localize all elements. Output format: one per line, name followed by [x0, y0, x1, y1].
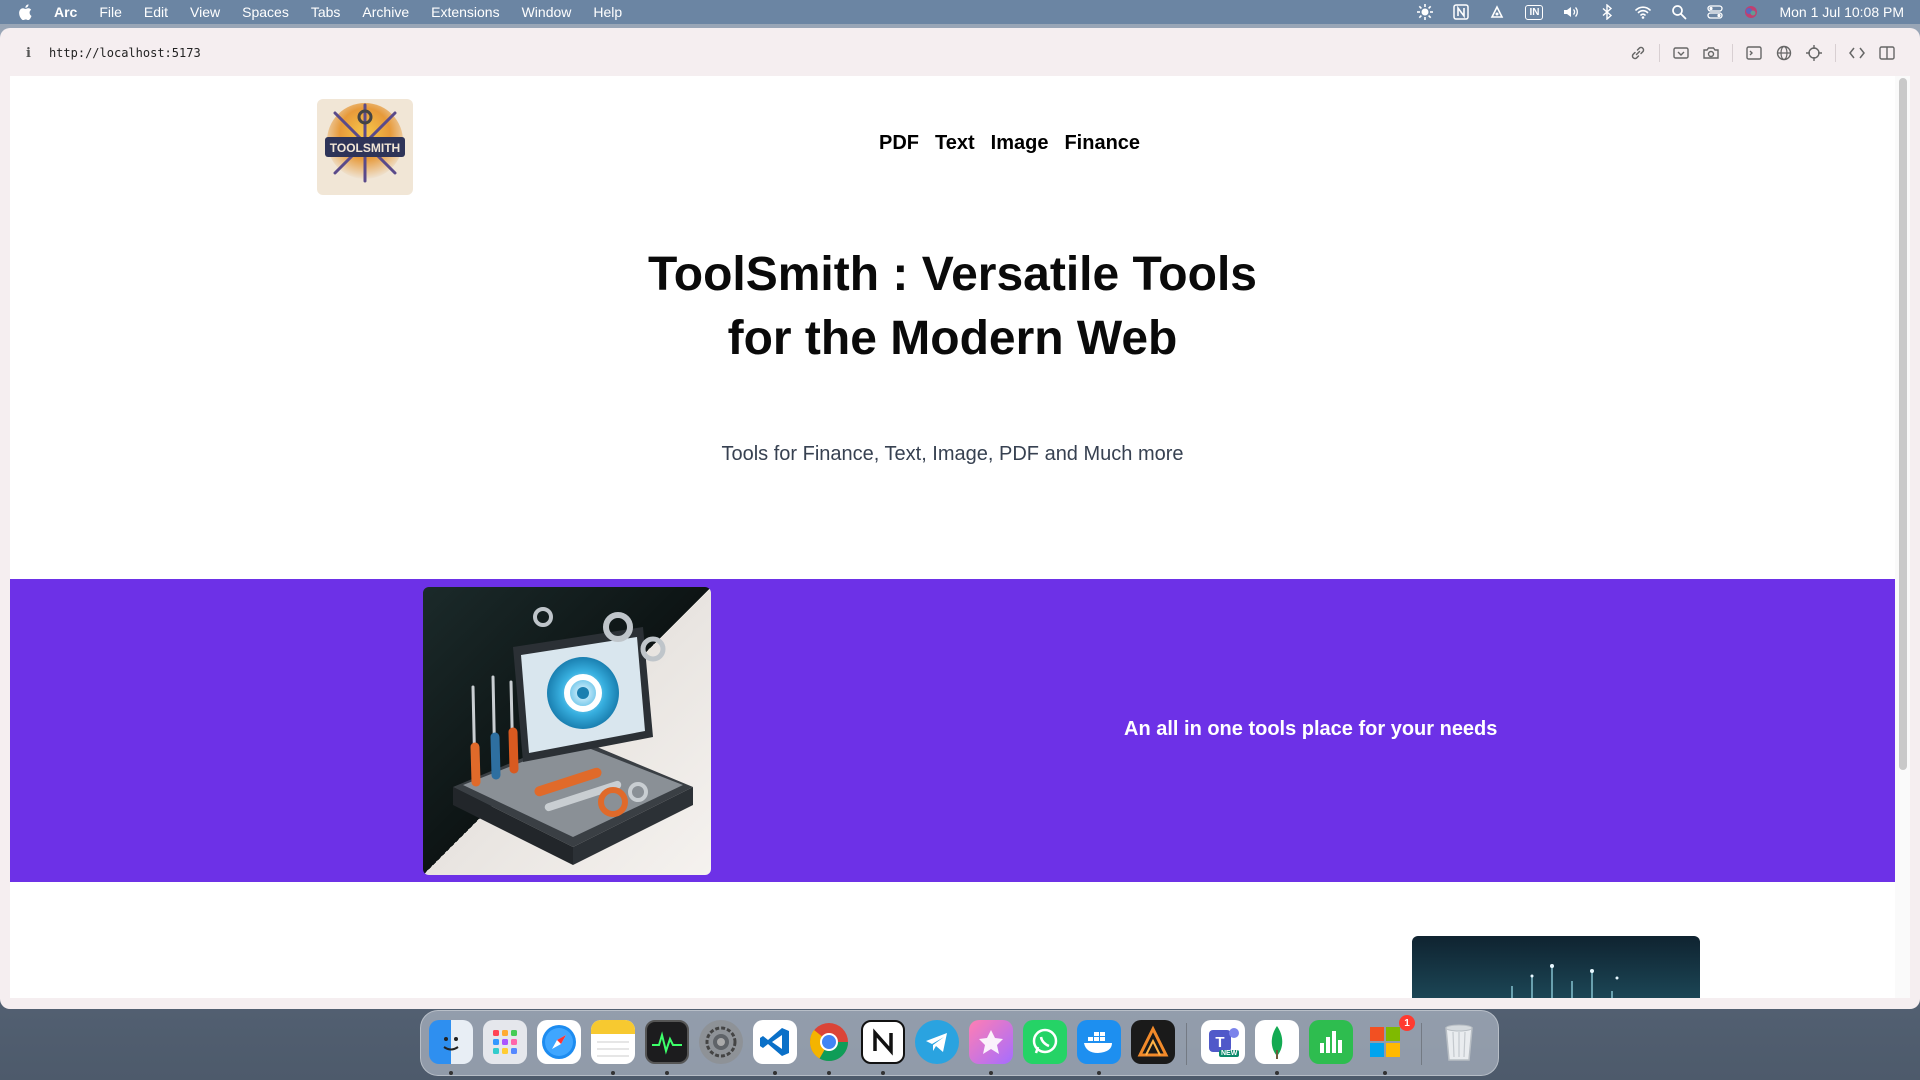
control-center-icon[interactable] — [1707, 4, 1724, 20]
notes-icon[interactable] — [591, 1020, 635, 1064]
page-viewport: TOOLSMITH PDF Text Image Finance ToolSmi… — [10, 76, 1895, 998]
launchpad-icon[interactable] — [483, 1020, 527, 1064]
system-settings-icon[interactable] — [699, 1020, 743, 1064]
browser-window: i http://localhost:5173 TOOLSMITH PDF Te… — [0, 28, 1920, 1009]
vscode-icon[interactable] — [753, 1020, 797, 1064]
safari-icon[interactable] — [537, 1020, 581, 1064]
url-bar: i http://localhost:5173 — [10, 32, 1910, 74]
toolbar-separator — [1732, 44, 1733, 62]
trash-icon[interactable] — [1437, 1020, 1481, 1064]
menu-help[interactable]: Help — [593, 4, 622, 20]
nav-pdf[interactable]: PDF — [879, 132, 919, 155]
nav-finance[interactable]: Finance — [1064, 132, 1140, 155]
menu-edit[interactable]: Edit — [144, 4, 168, 20]
screenshot-camera-icon[interactable] — [1702, 44, 1720, 62]
running-indicator — [611, 1071, 615, 1075]
running-indicator — [1275, 1071, 1279, 1075]
finder-icon[interactable] — [429, 1020, 473, 1064]
main-nav: PDF Text Image Finance — [879, 132, 1156, 155]
menu-extensions[interactable]: Extensions — [431, 4, 499, 20]
teams-new-label: NEW — [1219, 1050, 1240, 1057]
notion-icon[interactable] — [861, 1020, 905, 1064]
band-tagline: An all in one tools place for your needs — [1124, 718, 1498, 740]
bluetooth-icon[interactable] — [1599, 4, 1615, 20]
copy-link-icon[interactable] — [1629, 44, 1647, 62]
activity-monitor-icon[interactable] — [645, 1020, 689, 1064]
whatsapp-icon[interactable] — [1023, 1020, 1067, 1064]
capture-icon[interactable] — [1672, 44, 1690, 62]
logo-text: TOOLSMITH — [330, 141, 400, 155]
toolbox-illustration — [423, 587, 711, 875]
menu-archive[interactable]: Archive — [362, 4, 409, 20]
scrollbar-thumb[interactable] — [1899, 78, 1907, 770]
globe-icon[interactable] — [1775, 44, 1793, 62]
toolsmith-logo[interactable]: TOOLSMITH — [317, 99, 413, 195]
running-indicator — [1097, 1071, 1101, 1075]
hero-title-line-2: for the Modern Web — [727, 312, 1178, 365]
tool-card-image[interactable] — [1412, 936, 1700, 998]
running-indicator — [881, 1071, 885, 1075]
feature-band: An all in one tools place for your needs — [10, 579, 1895, 882]
code-brackets-icon[interactable] — [1848, 44, 1866, 62]
running-indicator — [665, 1071, 669, 1075]
teams-icon[interactable]: T NEW — [1201, 1020, 1245, 1064]
wifi-icon[interactable] — [1635, 4, 1652, 20]
toolbar-separator — [1835, 44, 1836, 62]
craft-tray-icon[interactable] — [1489, 4, 1505, 20]
numbers-icon[interactable] — [1309, 1020, 1353, 1064]
split-view-icon[interactable] — [1878, 44, 1896, 62]
svg-text:T: T — [1215, 1034, 1224, 1051]
input-source-indicator[interactable]: IN — [1525, 4, 1544, 20]
developer-console-icon[interactable] — [1745, 44, 1763, 62]
telegram-icon[interactable] — [915, 1020, 959, 1064]
mongodb-compass-icon[interactable] — [1255, 1020, 1299, 1064]
running-indicator — [773, 1071, 777, 1075]
running-indicator — [827, 1071, 831, 1075]
docker-icon[interactable] — [1077, 1020, 1121, 1064]
hero-title-line-1: ToolSmith : Versatile Tools — [648, 248, 1257, 301]
siri-icon[interactable] — [1743, 4, 1759, 20]
craft-icon[interactable] — [969, 1020, 1013, 1064]
site-info-icon[interactable]: i — [26, 46, 31, 61]
menu-bar: Arc File Edit View Spaces Tabs Archive E… — [0, 0, 1920, 24]
menu-window[interactable]: Window — [522, 4, 572, 20]
spotlight-search-icon[interactable] — [1671, 4, 1687, 20]
menu-tabs[interactable]: Tabs — [311, 4, 341, 20]
volume-icon[interactable] — [1563, 4, 1579, 20]
target-icon[interactable] — [1805, 44, 1823, 62]
notion-tray-icon[interactable] — [1453, 4, 1470, 20]
office-notification-badge: 1 — [1399, 1015, 1415, 1031]
brightness-icon[interactable] — [1417, 4, 1434, 20]
menu-spaces[interactable]: Spaces — [242, 4, 289, 20]
running-indicator — [449, 1071, 453, 1075]
running-indicator — [989, 1071, 993, 1075]
nav-text[interactable]: Text — [935, 132, 975, 155]
dock-separator — [1421, 1023, 1422, 1065]
menu-file[interactable]: File — [99, 4, 122, 20]
apple-icon[interactable] — [18, 4, 32, 20]
chrome-icon[interactable] — [807, 1020, 851, 1064]
dock-separator — [1186, 1023, 1187, 1065]
url-text[interactable]: http://localhost:5173 — [49, 46, 201, 60]
menu-view[interactable]: View — [190, 4, 220, 20]
hero-subtitle: Tools for Finance, Text, Image, PDF and … — [721, 443, 1184, 465]
affinity-icon[interactable] — [1131, 1020, 1175, 1064]
hero-title: ToolSmith : Versatile Tools for the Mode… — [10, 243, 1895, 371]
clock[interactable]: Mon 1 Jul 10:08 PM — [1779, 4, 1904, 20]
toolbar-separator — [1659, 44, 1660, 62]
running-indicator — [1383, 1071, 1387, 1075]
nav-image[interactable]: Image — [991, 132, 1049, 155]
dock: T NEW 1 — [420, 1010, 1499, 1076]
menu-app-name[interactable]: Arc — [54, 4, 77, 20]
